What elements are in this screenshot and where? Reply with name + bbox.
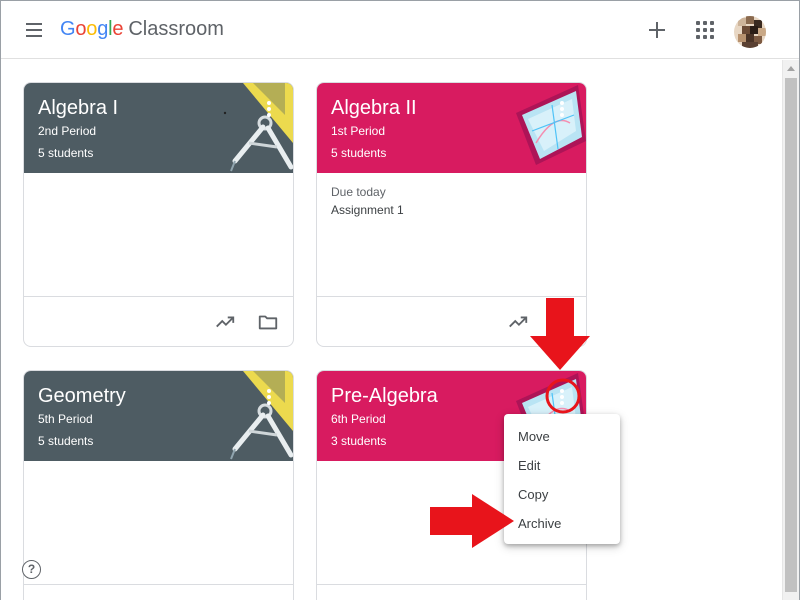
menu-icon-bar	[26, 35, 42, 37]
class-section: 2nd Period	[38, 124, 97, 138]
dot	[560, 389, 564, 393]
scroll-thumb[interactable]	[785, 78, 797, 592]
class-section: 6th Period	[331, 412, 386, 426]
class-card-body	[24, 173, 293, 297]
class-student-count: 3 students	[331, 434, 387, 448]
class-card-footer	[317, 297, 586, 346]
class-title[interactable]: Geometry	[38, 385, 126, 408]
apps-dot	[710, 28, 714, 32]
class-title[interactable]: Pre-Algebra	[331, 385, 438, 408]
apps-dot	[710, 21, 714, 25]
dot	[267, 401, 271, 405]
apps-dot	[703, 21, 707, 25]
google-wordmark: Google	[60, 18, 124, 41]
compass-ruler-illustration	[223, 83, 293, 172]
main-menu-button[interactable]	[23, 19, 45, 41]
dot	[560, 101, 564, 105]
apps-dot	[696, 35, 700, 39]
apps-dot	[710, 35, 714, 39]
trending-up-icon[interactable]	[214, 311, 236, 333]
menu-item-archive[interactable]: Archive	[504, 509, 620, 538]
product-name: Classroom	[128, 18, 224, 40]
class-card-header: Geometry 5th Period 5 students	[24, 371, 293, 461]
dot	[267, 101, 271, 105]
apps-dot	[696, 21, 700, 25]
class-student-count: 5 students	[331, 146, 387, 160]
trending-up-icon[interactable]	[507, 311, 529, 333]
class-title[interactable]: Algebra II	[331, 97, 417, 120]
logo-letter: e	[112, 18, 124, 40]
dot	[560, 107, 564, 111]
more-options-icon[interactable]	[554, 387, 570, 407]
class-section: 5th Period	[38, 412, 93, 426]
calculator-graph-illustration	[516, 85, 586, 165]
apps-icon[interactable]	[693, 18, 717, 42]
page-scrollbar[interactable]	[782, 60, 799, 600]
more-options-icon[interactable]	[554, 99, 570, 119]
apps-dot	[703, 35, 707, 39]
compass-ruler-illustration	[230, 371, 293, 460]
logo-letter: o	[86, 18, 98, 40]
dot	[560, 401, 564, 405]
dot	[560, 113, 564, 117]
logo-letter: o	[75, 18, 87, 40]
avatar[interactable]	[734, 16, 766, 48]
dot	[267, 395, 271, 399]
class-options-menu: Move Edit Copy Archive	[504, 414, 620, 544]
class-card-header: Algebra II 1st Period 5 students	[317, 83, 586, 173]
menu-icon-bar	[26, 29, 42, 31]
help-icon[interactable]: ?	[22, 560, 41, 579]
dot	[267, 107, 271, 111]
menu-icon	[26, 23, 42, 25]
class-card-algebra-ii[interactable]: Algebra II 1st Period 5 students Due tod…	[316, 82, 587, 347]
dot	[267, 389, 271, 393]
due-label: Due today	[331, 185, 386, 199]
create-join-class-button[interactable]	[645, 18, 669, 42]
dot	[267, 113, 271, 117]
logo-letter: G	[60, 18, 76, 40]
apps-dot	[696, 28, 700, 32]
class-title[interactable]: Algebra I	[38, 97, 118, 120]
logo-letter: g	[97, 18, 109, 40]
due-assignment-link[interactable]: Assignment 1	[331, 203, 404, 217]
scroll-up-arrow-icon[interactable]	[783, 60, 799, 77]
folder-icon[interactable]	[257, 311, 279, 333]
class-card-algebra-i[interactable]: Algebra I 2nd Period 5 students	[23, 82, 294, 347]
class-student-count: 5 students	[38, 146, 94, 160]
class-card-geometry[interactable]: Geometry 5th Period 5 students	[23, 370, 294, 600]
app-header: Google Classroom	[1, 1, 799, 59]
avatar-image	[734, 16, 766, 48]
class-card-footer	[24, 297, 293, 346]
apps-dot	[703, 28, 707, 32]
class-section: 1st Period	[331, 124, 386, 138]
class-card-body	[24, 461, 293, 585]
menu-item-move[interactable]: Move	[504, 422, 620, 451]
menu-item-edit[interactable]: Edit	[504, 451, 620, 480]
class-card-body: Due today Assignment 1	[317, 173, 586, 297]
class-student-count: 5 students	[38, 434, 94, 448]
google-classroom-logo[interactable]: Google Classroom	[60, 18, 224, 44]
dot	[560, 395, 564, 399]
class-card-header: Algebra I 2nd Period 5 students	[24, 83, 293, 173]
more-options-icon[interactable]	[261, 99, 277, 119]
more-options-icon[interactable]	[261, 387, 277, 407]
menu-item-copy[interactable]: Copy	[504, 480, 620, 509]
